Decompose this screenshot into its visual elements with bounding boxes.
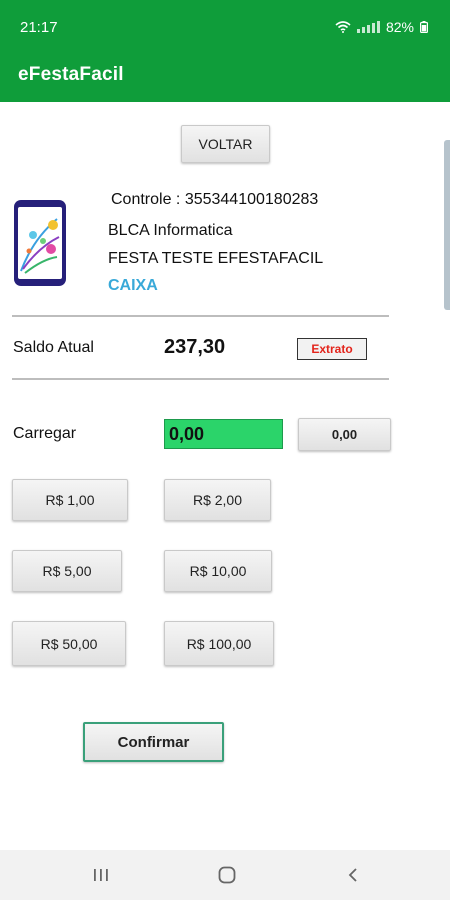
divider xyxy=(12,315,389,317)
amount-5-button[interactable]: R$ 5,00 xyxy=(12,550,122,592)
amount-input[interactable] xyxy=(164,419,283,449)
recent-apps-icon[interactable] xyxy=(89,863,113,887)
signal-icon xyxy=(356,21,380,33)
event-text: FESTA TESTE EFESTAFACIL xyxy=(108,250,324,267)
wifi-icon xyxy=(335,21,351,33)
navigation-bar xyxy=(0,850,450,900)
scroll-handle[interactable] xyxy=(444,140,450,310)
amount-10-button[interactable]: R$ 10,00 xyxy=(164,550,272,592)
amount-2-button[interactable]: R$ 2,00 xyxy=(164,479,271,521)
amount-50-button[interactable]: R$ 50,00 xyxy=(12,621,126,666)
amount-100-button[interactable]: R$ 100,00 xyxy=(164,621,274,666)
status-bar: 21:17 82% xyxy=(0,0,450,56)
app-bar: eFestaFacil xyxy=(0,56,450,102)
back-icon[interactable] xyxy=(341,863,365,887)
status-icons: 82% xyxy=(335,19,428,35)
controle-text: Controle : 355344100180283 xyxy=(111,191,319,208)
amount-1-button[interactable]: R$ 1,00 xyxy=(12,479,128,521)
app-logo-icon xyxy=(13,199,67,287)
status-time: 21:17 xyxy=(20,19,58,36)
carregar-label: Carregar xyxy=(13,425,77,442)
battery-percent: 82% xyxy=(385,19,414,35)
amount-total-button[interactable]: 0,00 xyxy=(298,418,391,451)
confirmar-button[interactable]: Confirmar xyxy=(83,722,224,762)
role-text: CAIXA xyxy=(108,277,158,294)
voltar-button[interactable]: VOLTAR xyxy=(181,125,270,163)
home-icon[interactable] xyxy=(215,863,239,887)
battery-icon xyxy=(420,21,428,33)
saldo-label: Saldo Atual xyxy=(13,339,94,356)
saldo-value: 237,30 xyxy=(164,336,226,358)
extrato-button[interactable]: Extrato xyxy=(297,338,367,360)
app-title: eFestaFacil xyxy=(18,64,124,85)
divider xyxy=(12,378,389,380)
company-text: BLCA Informatica xyxy=(108,222,233,239)
